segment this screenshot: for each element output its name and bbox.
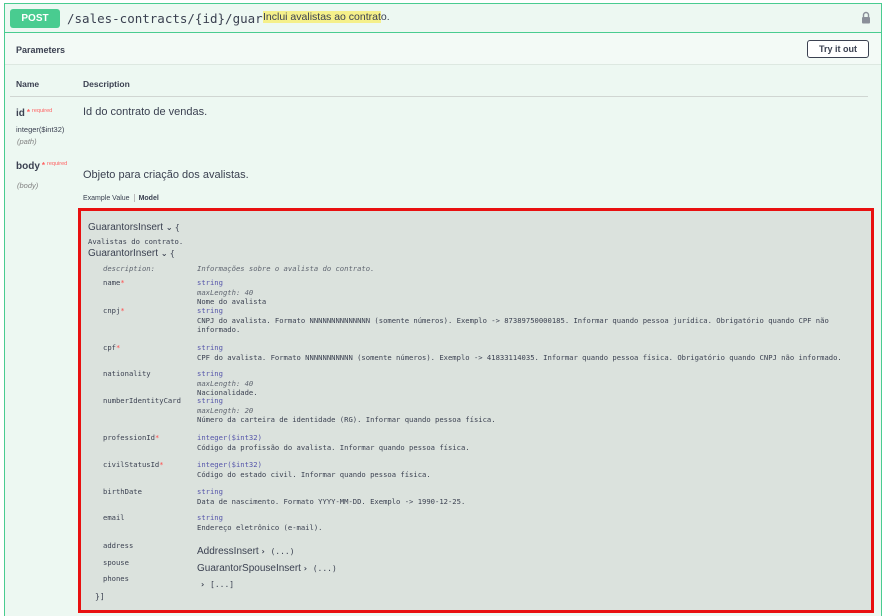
param-id-label: id [16,108,25,119]
required-star: * [154,433,160,442]
property-constraint: maxLength: 40 [197,287,254,297]
property-name-text: civilStatusId [103,460,160,469]
model-item[interactable]: GuarantorInsert ⌄{ [88,248,175,259]
required-star: * [159,460,164,469]
property-name: address [103,541,134,550]
property-description: CPF do avalista. Formato NNNNNNNNNNN (so… [197,352,842,362]
property-name: cpf* [103,343,120,352]
property-description: Data de nascimento. Formato YYYY-MM-DD. … [197,496,466,506]
property-name: civilStatusId* [103,460,164,469]
ref-collapsed: [...] [210,580,235,589]
property-name-text: birthDate [103,487,142,496]
param-in-id: (path) [17,137,37,146]
property-type: string [197,306,223,315]
property-type: string [197,369,223,378]
property-constraint: maxLength: 20 [197,405,254,415]
required-star: * [41,161,46,170]
model-root-desc: Avalistas do contrato. [88,237,184,246]
property-description: Código do estado civil. Informar quando … [197,469,431,479]
property-type: integer($int32) [197,433,262,442]
param-type-id: integer($int32) [16,125,65,134]
ref-target: AddressInsert [197,546,259,557]
required-label: required [32,108,53,114]
required-star: * [26,108,31,117]
ref-target: GuarantorSpouseInsert [197,563,301,574]
model-panel: GuarantorsInsert ⌄{ Avalistas do contrat… [78,208,874,613]
property-type: string [197,487,223,496]
model-root-name: GuarantorsInsert [88,222,164,233]
property-description: Endereço eletrônico (e-mail). [197,522,323,532]
required-star: * [115,343,121,352]
property-name: spouse [103,558,129,567]
property-description: CNPJ do avalista. Formato NNNNNNNNNNNNNN… [197,315,829,325]
operation-summary-text: Inclui avalistas ao contrato. [263,11,390,23]
property-name-text: email [103,513,125,522]
param-name-body: body * required [16,161,67,172]
required-label: required [47,161,68,167]
summary-rest: o. [380,11,390,23]
required-star: * [120,306,125,315]
property-type: string [197,396,223,405]
property-name-text: cpf [103,343,116,352]
ref-spouse[interactable]: GuarantorSpouseInsert › (...) [197,563,337,574]
property-name: professionId* [103,433,159,442]
column-header-description: Description [83,79,130,89]
ref-phones[interactable]: › [...] [201,579,234,590]
open-brace: { [169,249,175,258]
property-name: email [103,513,125,522]
property-description: Número da carteira de identidade (RG). I… [197,415,496,424]
param-name-id: id * required [16,108,52,119]
tab-example-value[interactable]: Example Value [83,195,130,202]
chevron-down-icon[interactable]: ⌄ [161,249,170,258]
description-key: description: [103,264,155,273]
try-it-out-button[interactable]: Try it out [807,40,869,58]
model-root[interactable]: GuarantorsInsert ⌄{ [88,222,180,233]
property-name: cnpj* [103,306,125,315]
property-name: name* [103,278,125,287]
property-constraint: maxLength: 40 [197,378,254,388]
lock-icon[interactable] [861,11,871,24]
ref-collapsed: (...) [270,547,295,556]
property-type: string [197,278,223,287]
property-description: Código da profissão do avalista. Informa… [197,442,470,452]
property-type: string [197,513,223,522]
property-name-text: professionId [103,433,155,442]
property-name-text: name [103,278,121,287]
highlighted-summary: Inclui avalistas ao contrat [263,11,381,23]
ref-address[interactable]: AddressInsert › (...) [197,546,295,557]
ref-collapsed: (...) [312,564,337,573]
parameters-title: Parameters [16,45,66,55]
tab-model[interactable]: Model [139,195,159,202]
description-value: Informações sobre o avalista do contrato… [197,264,375,273]
model-item-name: GuarantorInsert [88,248,159,259]
chevron-right-icon[interactable]: › [304,564,313,573]
close-brace: }] [95,592,105,601]
tab-separator [133,194,135,202]
property-name: numberIdentityCard [103,396,181,405]
operation-summary[interactable]: POST /sales-contracts/{id}/guarantors In… [5,4,881,33]
parameters-header: Parameters Try it out [5,33,881,65]
param-desc-id: Id do contrato de vendas. [83,106,208,118]
chevron-right-icon[interactable]: › [201,580,210,589]
param-body-label: body [16,161,40,172]
body-tabs: Example Value Model [83,194,159,202]
param-desc-body: Objeto para criação dos avalistas. [83,169,249,181]
required-star: * [120,278,125,287]
column-header-name: Name [16,79,40,89]
property-description: Nome do avalista [197,297,267,306]
property-name: phones [103,574,129,583]
open-brace: { [174,223,180,232]
method-badge: POST [10,9,60,28]
property-name-text: nationality [103,369,151,378]
property-type: string [197,343,223,352]
param-in-body: (body) [17,181,39,190]
header-divider [10,96,868,97]
property-type: integer($int32) [197,460,262,469]
property-name: nationality [103,369,151,378]
property-description-cont: informado. [197,325,241,334]
property-name-text: cnpj [103,306,121,315]
chevron-down-icon[interactable]: ⌄ [166,223,175,232]
property-name: birthDate [103,487,142,496]
property-name-text: numberIdentityCard [103,396,181,405]
